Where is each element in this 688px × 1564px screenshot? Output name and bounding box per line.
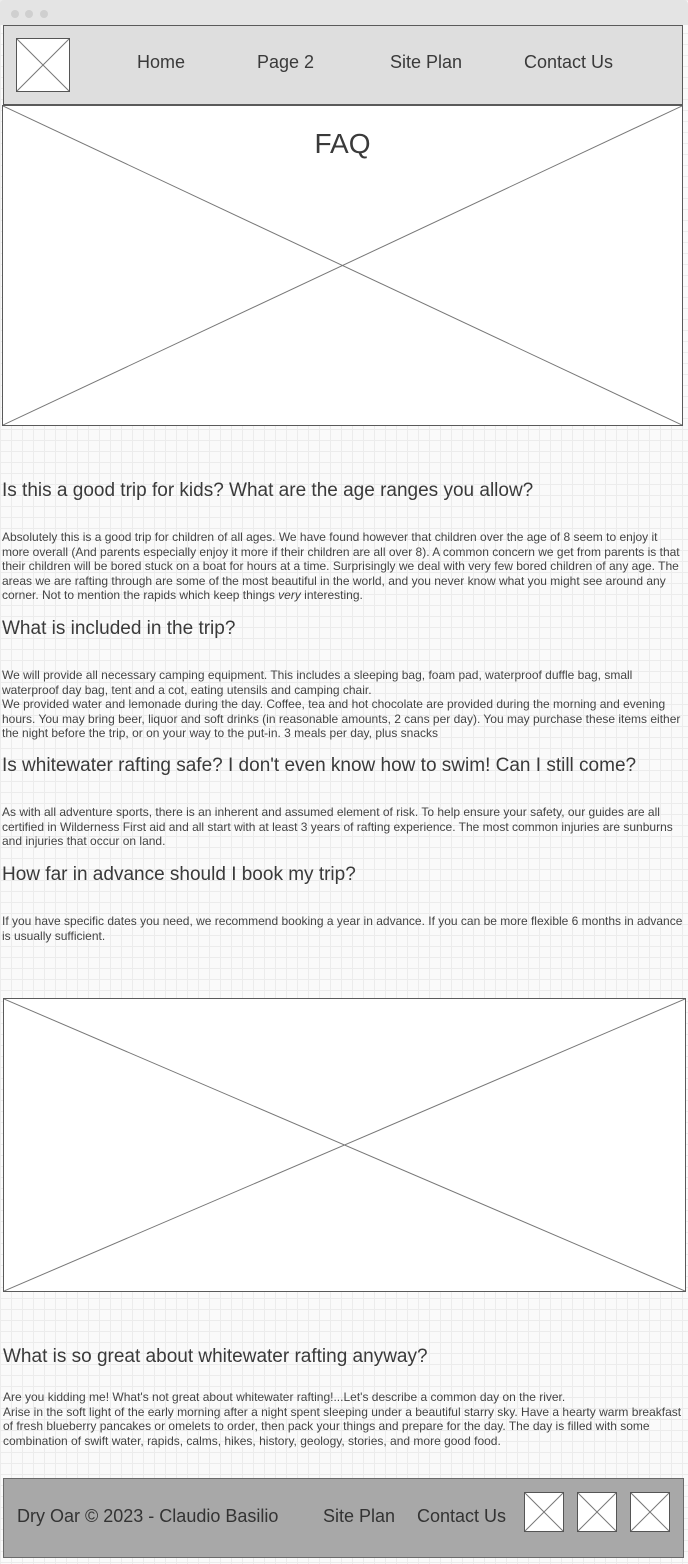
faq-answer-safety: As with all adventure sports, there is a… bbox=[2, 805, 673, 848]
site-header: Home Page 2 Site Plan Contact Us bbox=[3, 25, 683, 105]
social-placeholder-icon[interactable] bbox=[577, 1492, 617, 1532]
page-title: FAQ bbox=[314, 128, 371, 159]
faq-answer-kids: Absolutely this is a good trip for child… bbox=[2, 530, 684, 603]
faq-question-included: What is included in the trip? bbox=[2, 618, 236, 639]
faq-question-safety: Is whitewater rafting safe? I don't even… bbox=[2, 755, 637, 776]
window-close-dot[interactable] bbox=[11, 10, 19, 18]
footer-copyright: Dry Oar © 2023 - Claudio Basilio bbox=[17, 1506, 279, 1526]
site-footer: Dry Oar © 2023 - Claudio Basilio Site Pl… bbox=[3, 1478, 684, 1558]
social-placeholder-icon[interactable] bbox=[524, 1492, 564, 1532]
browser-title-bar bbox=[0, 0, 688, 25]
faq-question-booking: How far in advance should I book my trip… bbox=[2, 864, 356, 885]
faq-answer-emphasis: very bbox=[278, 588, 301, 602]
faq-answer-paragraph: We provided water and lemonade during th… bbox=[2, 697, 681, 740]
feature-image-placeholder bbox=[3, 998, 686, 1292]
feature-question: What is so great about whitewater raftin… bbox=[3, 1346, 428, 1367]
image-placeholder-icon bbox=[4, 999, 685, 1291]
feature-answer: Are you kidding me! What's not great abo… bbox=[3, 1390, 685, 1448]
feature-answer-paragraph: Arise in the soft light of the early mor… bbox=[3, 1404, 682, 1448]
logo-placeholder-icon[interactable] bbox=[16, 38, 70, 92]
feature-answer-paragraph: Are you kidding me! What's not great abo… bbox=[3, 1390, 566, 1404]
hero-image-placeholder: FAQ bbox=[2, 105, 683, 426]
window-minimize-dot[interactable] bbox=[25, 10, 33, 18]
faq-answer-booking: If you have specific dates you need, we … bbox=[2, 914, 683, 943]
footer-site-plan-link[interactable]: Site Plan bbox=[323, 1506, 395, 1527]
footer-contact-us-link[interactable]: Contact Us bbox=[417, 1506, 506, 1527]
window-maximize-dot[interactable] bbox=[40, 10, 48, 18]
faq-question-kids: Is this a good trip for kids? What are t… bbox=[2, 480, 534, 501]
nav-contact-us-link[interactable]: Contact Us bbox=[524, 52, 613, 73]
nav-site-plan-link[interactable]: Site Plan bbox=[390, 52, 462, 73]
faq-answer-paragraph: We will provide all necessary camping eq… bbox=[2, 668, 633, 697]
nav-page-2-link[interactable]: Page 2 bbox=[257, 52, 314, 73]
social-placeholder-icon[interactable] bbox=[630, 1492, 670, 1532]
faq-answer-included: We will provide all necessary camping eq… bbox=[2, 668, 684, 741]
faq-answer-text: interesting. bbox=[300, 588, 363, 602]
nav-home-link[interactable]: Home bbox=[137, 52, 185, 73]
